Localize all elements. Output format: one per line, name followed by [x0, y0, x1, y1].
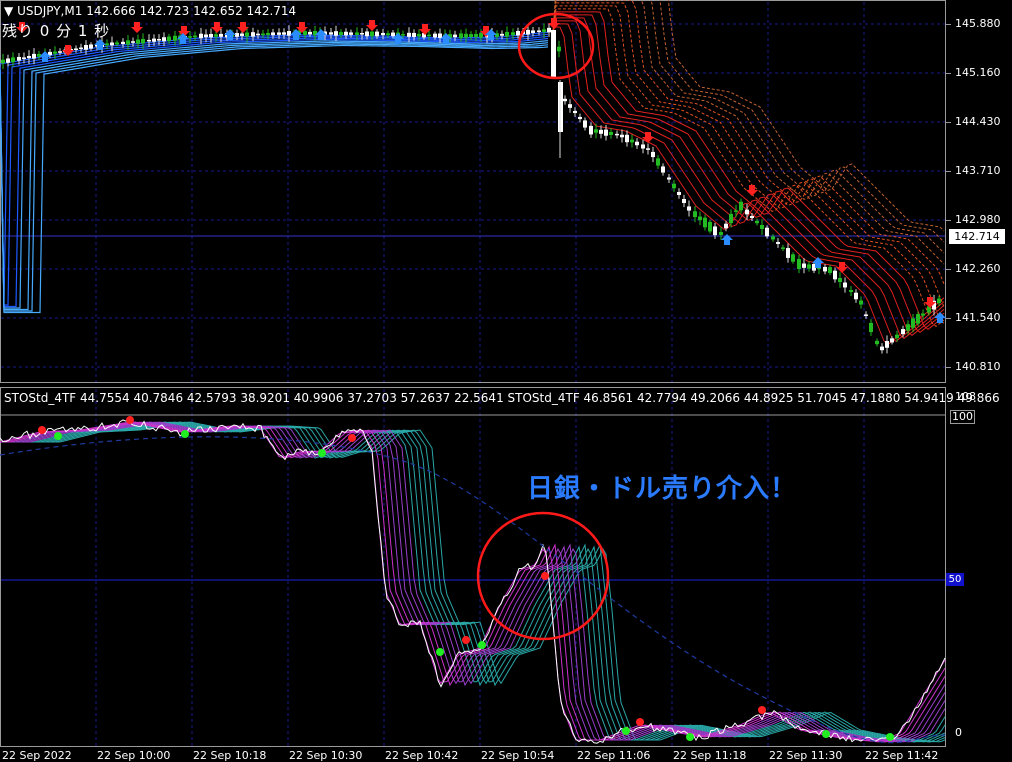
stochastic-buy-dot	[478, 641, 486, 649]
symbol-menu-icon[interactable]: ▼	[4, 4, 13, 18]
stochastic-ribbon-line	[0, 421, 946, 743]
time-label: 22 Sep 11:42	[865, 749, 939, 762]
time-label: 22 Sep 11:30	[769, 749, 843, 762]
time-label: 22 Sep 10:18	[193, 749, 267, 762]
symbol-info: ▼ USDJPY,M1 142.666 142.723 142.652 142.…	[4, 4, 296, 18]
oscillator-axis[interactable]: 108 0	[946, 387, 1012, 747]
oscillator-label-1: STOStd_4TF 44.7554 40.7846 42.5793 38.92…	[4, 391, 504, 405]
price-tick	[946, 318, 951, 319]
stochastic-ribbon-line	[0, 421, 946, 743]
stochastic-main-line	[0, 419, 946, 744]
stochastic-ribbon-line	[0, 421, 946, 743]
level-100-label: 100	[950, 410, 975, 424]
stochastic-lines	[0, 416, 946, 744]
stochastic-ribbon-line	[0, 421, 946, 743]
price-tick	[946, 220, 951, 221]
price-label: 142.980	[955, 213, 1001, 226]
time-label: 22 Sep 10:54	[481, 749, 555, 762]
stochastic-sell-dot	[38, 426, 46, 434]
stochastic-buy-dot	[318, 449, 326, 457]
time-label: 22 Sep 11:18	[673, 749, 747, 762]
stochastic-sell-dot	[348, 434, 356, 442]
stochastic-buy-dot	[622, 727, 630, 735]
price-tick	[946, 171, 951, 172]
intervention-annotation: 日銀・ドル売り介入！	[527, 474, 798, 504]
stochastic-buy-dot	[886, 733, 894, 741]
time-label: 22 Sep 11:06	[577, 749, 651, 762]
stochastic-ribbon-line	[0, 421, 946, 743]
stochastic-ribbon-line	[0, 421, 946, 743]
price-label: 141.540	[955, 311, 1001, 324]
stochastic-ribbon-line	[0, 421, 946, 743]
price-tick	[946, 24, 951, 25]
current-price-badge: 142.714	[949, 229, 1005, 244]
stochastic-slow-line	[0, 436, 946, 744]
stochastic-sell-dot	[758, 706, 766, 714]
price-tick	[946, 73, 951, 74]
oscillator-axis-bottom: 0	[955, 726, 962, 739]
symbol-high: 142.723	[139, 4, 190, 18]
stochastic-ribbon-line	[0, 421, 946, 743]
price-label: 145.160	[955, 66, 1001, 79]
price-label: 140.810	[955, 360, 1001, 373]
time-label: 22 Sep 10:30	[289, 749, 363, 762]
time-label: 22 Sep 2022	[2, 749, 72, 762]
stochastic-sell-dot	[126, 416, 134, 424]
stochastic-ribbon-line	[0, 421, 946, 743]
symbol-close: 142.714	[246, 4, 297, 18]
chart-window[interactable]: ▼ USDJPY,M1 142.666 142.723 142.652 142.…	[0, 0, 1012, 762]
bar-timer: 残り 0 分 1 秒	[2, 22, 111, 40]
level-50-label: 50	[946, 573, 964, 586]
symbol-open: 142.666	[86, 4, 136, 18]
price-tick	[946, 269, 951, 270]
stochastic-buy-dot	[822, 730, 830, 738]
stochastic-ribbon-line	[0, 421, 946, 743]
stochastic-buy-dot	[181, 430, 189, 438]
oscillator-axis-top: 108	[955, 390, 976, 403]
symbol-low: 142.652	[193, 4, 243, 18]
symbol-name: USDJPY,M1	[17, 4, 83, 18]
time-axis[interactable]: 22 Sep 2022 22 Sep 10:00 22 Sep 10:18 22…	[0, 747, 1012, 762]
price-tick	[946, 367, 951, 368]
price-label: 144.430	[955, 115, 1001, 128]
price-label: 142.260	[955, 262, 1001, 275]
oscillator-info: STOStd_4TF 44.7554 40.7846 42.5793 38.92…	[4, 391, 1000, 405]
stochastic-sell-dot	[636, 718, 644, 726]
price-label: 145.880	[955, 17, 1001, 30]
stochastic-buy-dot	[436, 648, 444, 656]
time-label: 22 Sep 10:42	[385, 749, 459, 762]
oscillator-label-2: STOStd_4TF 46.8561 42.7794 49.2066 44.89…	[507, 391, 1000, 405]
price-axis[interactable]: 145.880 145.160 144.430 143.710 142.980 …	[946, 0, 1012, 383]
price-tick	[946, 122, 951, 123]
price-label: 143.710	[955, 164, 1001, 177]
stochastic-ribbon-line	[0, 421, 946, 743]
stochastic-sell-dot	[541, 572, 549, 580]
stochastic-sell-dot	[462, 636, 470, 644]
stochastic-ribbon-line	[0, 421, 946, 743]
time-label: 22 Sep 10:00	[97, 749, 171, 762]
stochastic-ribbon-line	[0, 421, 946, 743]
stochastic-buy-dot	[686, 733, 694, 741]
stochastic-buy-dot	[54, 432, 62, 440]
